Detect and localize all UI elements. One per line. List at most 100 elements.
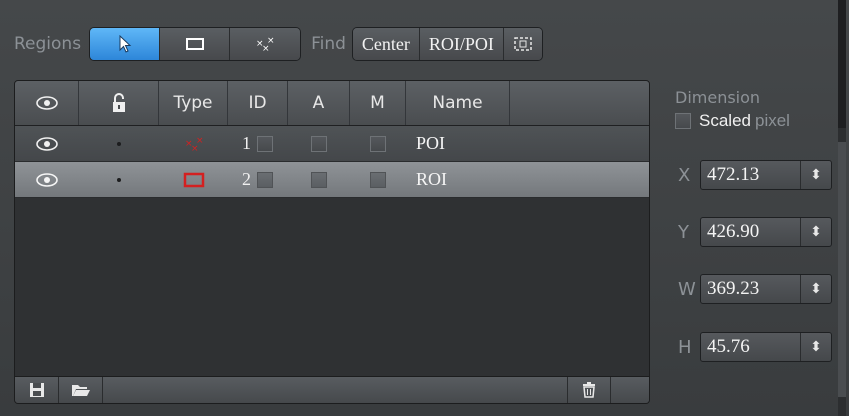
table-footer-toolbar xyxy=(15,376,649,403)
row-id: 2 xyxy=(228,162,288,197)
points-icon: × × × xyxy=(185,136,204,152)
row-lock-toggle[interactable] xyxy=(79,162,159,197)
row-visible-toggle[interactable] xyxy=(15,126,79,161)
row-id-value: 2 xyxy=(242,169,251,189)
row-id: 1 xyxy=(228,126,288,161)
svg-text:×: × xyxy=(196,136,204,146)
row-a xyxy=(288,162,350,197)
rectangle-icon xyxy=(185,38,204,50)
delete-button[interactable] xyxy=(567,377,611,403)
table-header: Type ID A M Name xyxy=(15,81,649,126)
pixel-label: pixel xyxy=(754,111,790,130)
x-stepper[interactable]: ⬍ xyxy=(801,161,831,189)
points-icon: × × × xyxy=(256,36,275,52)
eye-icon xyxy=(35,96,58,110)
fit-to-region-icon xyxy=(514,37,532,51)
save-icon xyxy=(29,383,44,397)
unlocked-dot-icon xyxy=(117,141,121,146)
rectangle-tool-button[interactable] xyxy=(160,28,231,60)
row-name[interactable]: POI xyxy=(406,126,510,161)
h-stepper[interactable]: ⬍ xyxy=(801,333,831,361)
x-label: X xyxy=(678,164,691,186)
w-label: W xyxy=(678,278,696,300)
updown-arrow-icon: ⬍ xyxy=(810,281,822,297)
row-a xyxy=(288,126,350,161)
header-name[interactable]: Name xyxy=(406,81,510,125)
updown-arrow-icon: ⬍ xyxy=(810,167,822,183)
y-stepper[interactable]: ⬍ xyxy=(801,218,831,246)
find-label: Find xyxy=(311,34,346,54)
regions-panel: Regions × × × Find Center ROI/POI Type I… xyxy=(0,0,849,416)
w-input[interactable]: 369.23 xyxy=(701,275,801,303)
h-field: H 45.76 ⬍ xyxy=(678,332,832,362)
regions-label: Regions xyxy=(14,34,82,54)
eye-icon xyxy=(36,136,58,151)
h-spinbox[interactable]: 45.76 ⬍ xyxy=(700,332,832,362)
y-spinbox[interactable]: 426.90 ⬍ xyxy=(700,217,832,247)
y-input[interactable]: 426.90 xyxy=(701,218,801,246)
scrollbar-track-top xyxy=(838,0,846,128)
row-m-checkbox[interactable] xyxy=(370,171,386,188)
scaled-label: Scaled xyxy=(699,111,751,130)
row-m xyxy=(350,162,406,197)
w-stepper[interactable]: ⬍ xyxy=(801,275,831,303)
row-visible-toggle[interactable] xyxy=(15,162,79,197)
folder-open-icon xyxy=(71,385,90,396)
row-a-checkbox[interactable] xyxy=(311,135,327,152)
vertical-scrollbar[interactable] xyxy=(838,0,846,416)
dimension-label: Dimension xyxy=(675,88,761,107)
save-button[interactable] xyxy=(15,377,59,403)
updown-arrow-icon: ⬍ xyxy=(810,339,822,355)
row-name[interactable]: ROI xyxy=(406,162,510,197)
row-id-checkbox[interactable] xyxy=(257,135,273,152)
table-empty-area xyxy=(15,198,649,388)
roi-poi-button[interactable]: ROI/POI xyxy=(419,28,504,60)
header-lock[interactable] xyxy=(79,81,159,125)
scaled-option[interactable]: Scaled pixel xyxy=(675,111,835,131)
scrollbar-thumb[interactable] xyxy=(838,142,846,397)
table-row[interactable]: 2 ROI xyxy=(15,162,649,198)
find-group: Center ROI/POI xyxy=(351,27,543,61)
regions-toolbar: Regions × × × Find Center ROI/POI xyxy=(14,22,650,66)
y-label: Y xyxy=(678,221,689,243)
header-extra xyxy=(510,81,649,125)
regions-table: Type ID A M Name × × × 1 POI 2 ROI xyxy=(14,80,650,404)
row-m-checkbox[interactable] xyxy=(370,135,386,152)
header-a[interactable]: A xyxy=(288,81,350,125)
header-type[interactable]: Type xyxy=(159,81,228,125)
header-m[interactable]: M xyxy=(350,81,406,125)
row-id-value: 1 xyxy=(242,133,251,153)
row-type xyxy=(159,162,228,197)
lock-icon xyxy=(112,93,125,112)
svg-text:×: × xyxy=(267,36,275,46)
arrow-pointer-icon xyxy=(119,35,131,53)
eye-icon xyxy=(36,172,58,187)
w-spinbox[interactable]: 369.23 ⬍ xyxy=(700,274,832,304)
y-field: Y 426.90 ⬍ xyxy=(678,217,832,247)
row-a-checkbox[interactable] xyxy=(311,171,327,188)
row-type: × × × xyxy=(159,126,228,161)
open-button[interactable] xyxy=(59,377,103,403)
row-lock-toggle[interactable] xyxy=(79,126,159,161)
rectangle-icon xyxy=(183,172,204,187)
x-spinbox[interactable]: 472.13 ⬍ xyxy=(700,160,832,190)
h-input[interactable]: 45.76 xyxy=(701,333,801,361)
fit-region-button[interactable] xyxy=(503,28,542,60)
row-id-checkbox[interactable] xyxy=(257,171,273,188)
select-tool-button[interactable] xyxy=(90,28,161,60)
dimension-panel: Dimension Scaled pixel X 472.13 ⬍ Y 426.… xyxy=(660,80,835,406)
points-tool-button[interactable]: × × × xyxy=(230,28,301,60)
table-row[interactable]: × × × 1 POI xyxy=(15,126,649,162)
updown-arrow-icon: ⬍ xyxy=(810,224,822,240)
w-field: W 369.23 ⬍ xyxy=(678,274,832,304)
header-id[interactable]: ID xyxy=(228,81,288,125)
unlocked-dot-icon xyxy=(117,177,121,182)
scaled-checkbox[interactable] xyxy=(675,113,691,129)
header-visible[interactable] xyxy=(15,81,79,125)
region-tool-group: × × × xyxy=(89,27,302,61)
x-input[interactable]: 472.13 xyxy=(701,161,801,189)
x-field: X 472.13 ⬍ xyxy=(678,160,832,190)
h-label: H xyxy=(678,336,692,358)
trash-icon xyxy=(583,382,595,398)
center-button[interactable]: Center xyxy=(352,28,420,60)
